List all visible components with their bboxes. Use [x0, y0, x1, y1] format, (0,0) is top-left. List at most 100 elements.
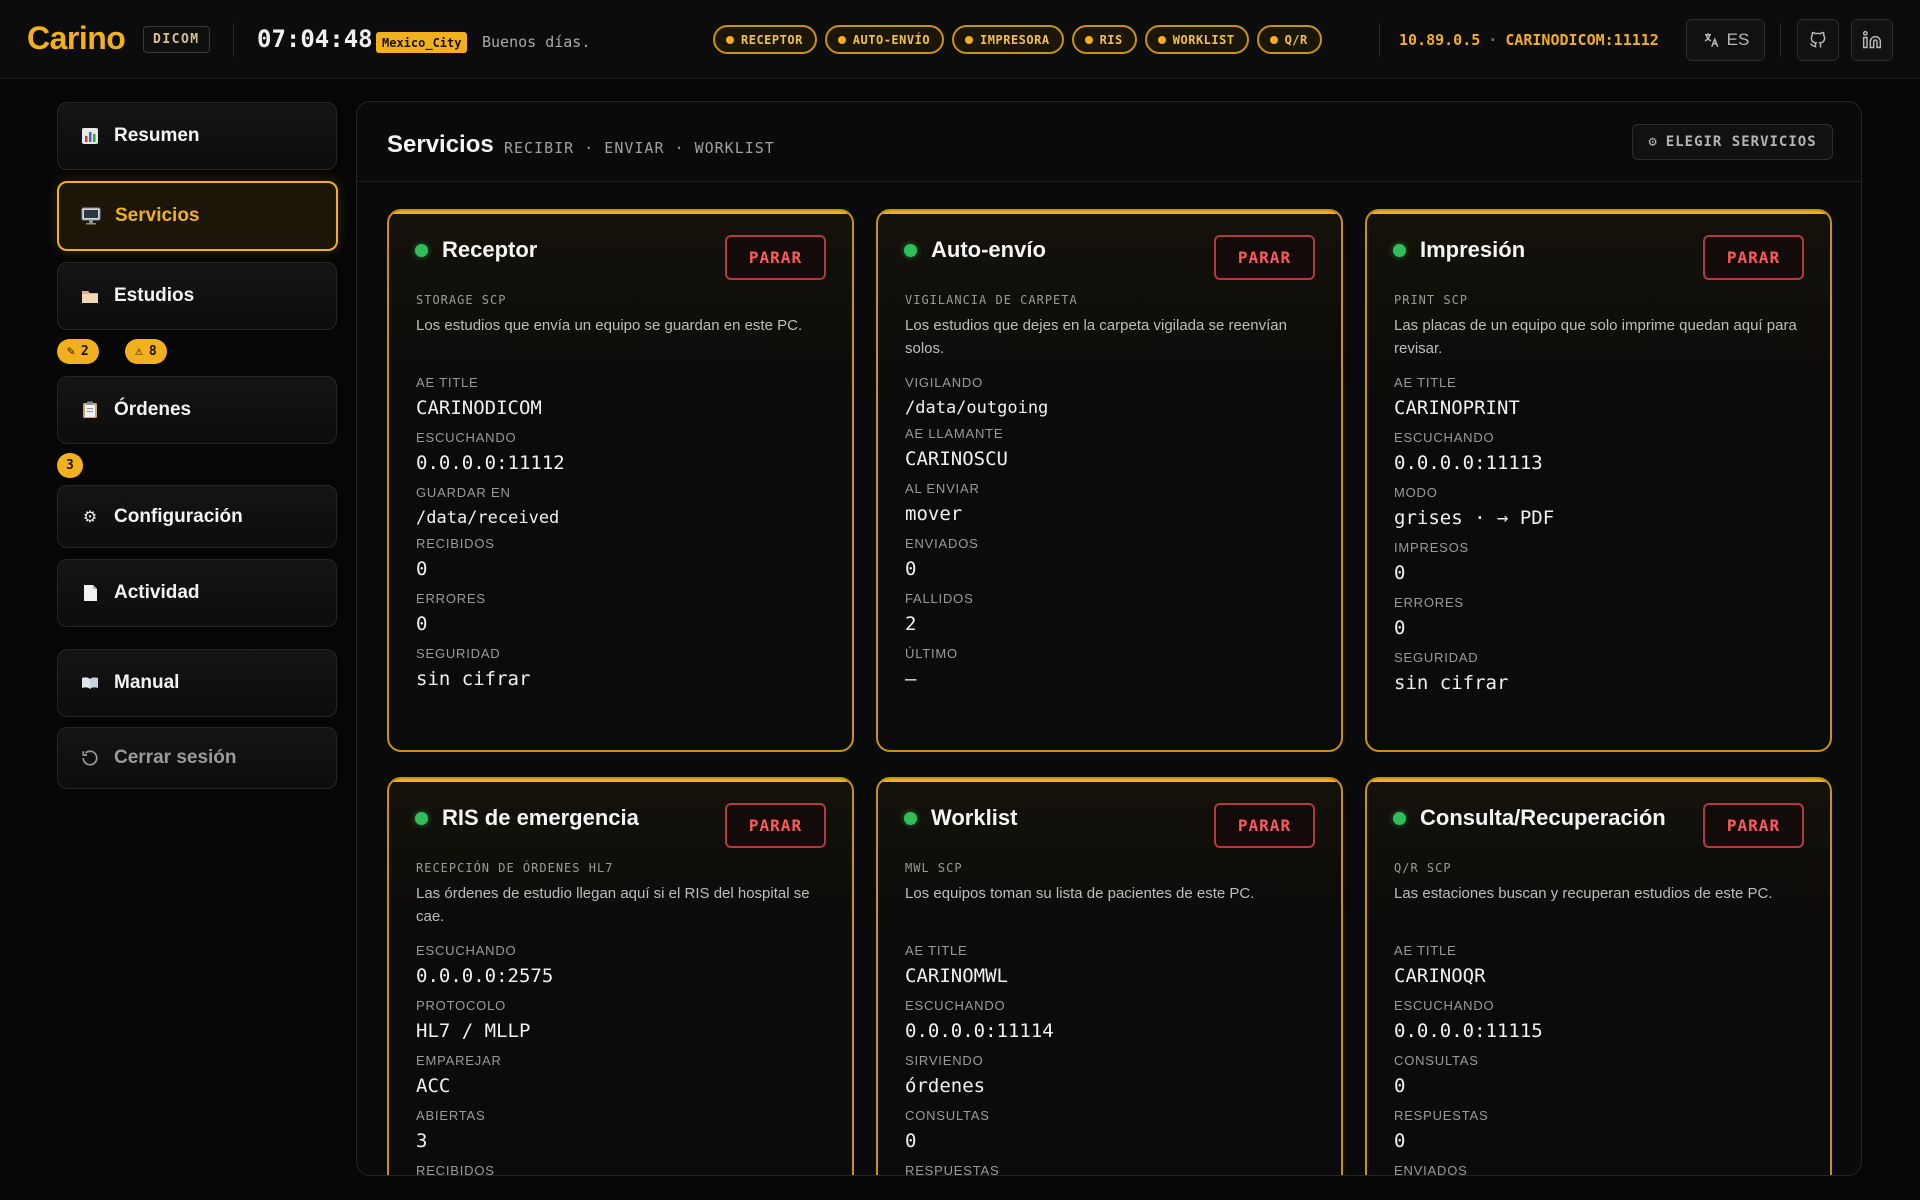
field-value: grises · → PDF	[1394, 507, 1555, 529]
field-queries: CONSULTAS 0	[905, 1108, 990, 1152]
service-description: Los equipos toman su lista de pacientes …	[905, 885, 1255, 902]
field-ae-title: AE TITLE CARINOMWL	[905, 943, 1008, 987]
field-label: RECIBIDOS	[416, 536, 495, 551]
field-label: AE TITLE	[905, 943, 968, 958]
translate-icon	[1704, 33, 1719, 48]
pill-worklist[interactable]: WORKLIST	[1144, 25, 1249, 54]
divider	[1780, 23, 1781, 57]
stop-button[interactable]: PARAR	[1703, 803, 1804, 848]
sidebar-item-manual[interactable]: Manual	[57, 649, 337, 717]
studies-warning-badge[interactable]: ⚠ 8	[125, 339, 167, 364]
field-value: mover	[905, 503, 963, 525]
service-card-auto-envio: Auto-envío PARAR VIGILANCIA DE CARPETA L…	[876, 209, 1343, 752]
status-dot	[726, 35, 734, 44]
field-label: SIRVIENDO	[905, 1053, 984, 1068]
stop-button[interactable]: PARAR	[1214, 235, 1315, 280]
pill-impresora[interactable]: IMPRESORA	[952, 25, 1064, 54]
monitor-icon	[81, 206, 101, 226]
field-errors: ERRORES 0	[1394, 595, 1464, 639]
service-kind: PRINT SCP	[1394, 293, 1469, 307]
field-label: ESCUCHANDO	[416, 943, 517, 958]
pill-label: AUTO-ENVÍO	[852, 32, 931, 47]
field-serving: SIRVIENDO órdenes	[905, 1053, 985, 1097]
field-value: 2	[905, 613, 917, 635]
sidebar-item-label: Estudios	[114, 285, 195, 306]
language-button[interactable]: ES	[1686, 19, 1765, 61]
service-card-worklist: Worklist PARAR MWL SCP Los equipos toman…	[876, 777, 1343, 1175]
page-title: Servicios	[387, 131, 494, 158]
sidebar-item-configuracion[interactable]: ⚙ Configuración	[57, 485, 337, 548]
field-listening: ESCUCHANDO 0.0.0.0:11113	[1394, 430, 1543, 474]
card-header: Impresión	[1393, 237, 1525, 263]
field-value: CARINOMWL	[905, 965, 1008, 987]
field-protocol: PROTOCOLO HL7 / MLLP	[416, 998, 530, 1042]
field-value: /data/outgoing	[905, 398, 1049, 418]
card-header: RIS de emergencia	[415, 805, 639, 831]
service-kind: MWL SCP	[905, 861, 963, 875]
field-value: 0	[1394, 1130, 1406, 1152]
field-label: ESCUCHANDO	[905, 998, 1006, 1013]
logout-icon	[80, 748, 100, 768]
pill-ris[interactable]: RIS	[1071, 25, 1137, 54]
linkedin-icon	[1862, 30, 1882, 49]
pill-auto-envio[interactable]: AUTO-ENVÍO	[824, 25, 945, 54]
sidebar-item-estudios[interactable]: Estudios	[57, 262, 337, 330]
stop-button[interactable]: PARAR	[1703, 235, 1804, 280]
field-label: AL ENVIAR	[905, 481, 980, 496]
choose-services-button[interactable]: ⚙ ELEGIR SERVICIOS	[1632, 124, 1833, 160]
stop-button[interactable]: PARAR	[725, 803, 826, 848]
orders-count-badge[interactable]: 3	[57, 453, 83, 478]
book-icon	[80, 673, 100, 693]
linkedin-button[interactable]	[1851, 19, 1893, 61]
pill-label: RECEPTOR	[741, 32, 803, 47]
choose-services-label: ELEGIR SERVICIOS	[1665, 134, 1817, 150]
service-kind: Q/R SCP	[1394, 861, 1452, 875]
field-label: ERRORES	[1394, 595, 1464, 610]
timezone-badge: Mexico_City	[376, 32, 468, 53]
field-value: CARINOPRINT	[1394, 397, 1520, 419]
sidebar-item-resumen[interactable]: Resumen	[57, 102, 337, 170]
field-value: CARINOQR	[1394, 965, 1486, 987]
sidebar-item-actividad[interactable]: Actividad	[57, 559, 337, 627]
sidebar-item-label: Configuración	[114, 505, 243, 527]
github-button[interactable]	[1797, 19, 1839, 61]
field-label: ESCUCHANDO	[1394, 430, 1495, 445]
field-save-to: GUARDAR EN/data/received	[416, 485, 559, 529]
status-indicator	[415, 243, 428, 257]
pill-label: Q/R	[1284, 32, 1308, 47]
status-indicator	[1393, 243, 1406, 257]
field-label: AE TITLE	[1394, 375, 1457, 390]
studies-pending-badge[interactable]: ✎ 2	[57, 339, 99, 364]
status-dot	[837, 35, 846, 44]
pill-receptor[interactable]: RECEPTOR	[713, 25, 817, 54]
service-kind: STORAGE SCP	[416, 293, 507, 307]
field-value: 0	[416, 613, 428, 635]
field-label: AE TITLE	[416, 375, 479, 390]
service-card-impresion: Impresión PARAR PRINT SCP Las placas de …	[1365, 209, 1832, 752]
warning-count: 8	[148, 344, 157, 359]
stop-button[interactable]: PARAR	[1214, 803, 1315, 848]
status-dot	[965, 35, 974, 44]
field-label: IMPRESOS	[1394, 540, 1470, 555]
status-indicator	[904, 243, 917, 257]
field-queries: CONSULTAS 0	[1394, 1053, 1479, 1097]
page-subtitle: RECIBIR · ENVIAR · WORKLIST	[504, 139, 775, 157]
sidebar-item-cerrar-sesion[interactable]: Cerrar sesión	[57, 727, 337, 789]
service-description: Los estudios que envía un equipo se guar…	[416, 317, 803, 334]
field-value: CARINOSCU	[905, 448, 1008, 470]
stop-button[interactable]: PARAR	[725, 235, 826, 280]
field-label: MODO	[1394, 485, 1438, 500]
sidebar-item-label: Servicios	[115, 205, 200, 226]
field-responses: RESPUESTAS 0	[1394, 1108, 1488, 1152]
pill-qr[interactable]: Q/R	[1256, 25, 1322, 54]
field-value: 0.0.0.0:11113	[1394, 452, 1543, 474]
sidebar-item-servicios[interactable]: Servicios	[57, 181, 338, 251]
pill-label: RIS	[1099, 32, 1123, 47]
field-label: AE TITLE	[1394, 943, 1457, 958]
field-label: VIGILANDO	[905, 375, 983, 390]
field-match: EMPAREJAR ACC	[416, 1053, 502, 1097]
sidebar-item-ordenes[interactable]: Órdenes	[57, 376, 337, 444]
app-logo[interactable]: Carino	[27, 20, 126, 57]
field-last: ÚLTIMO —	[905, 646, 958, 690]
field-value: 0.0.0.0:11112	[416, 452, 565, 474]
